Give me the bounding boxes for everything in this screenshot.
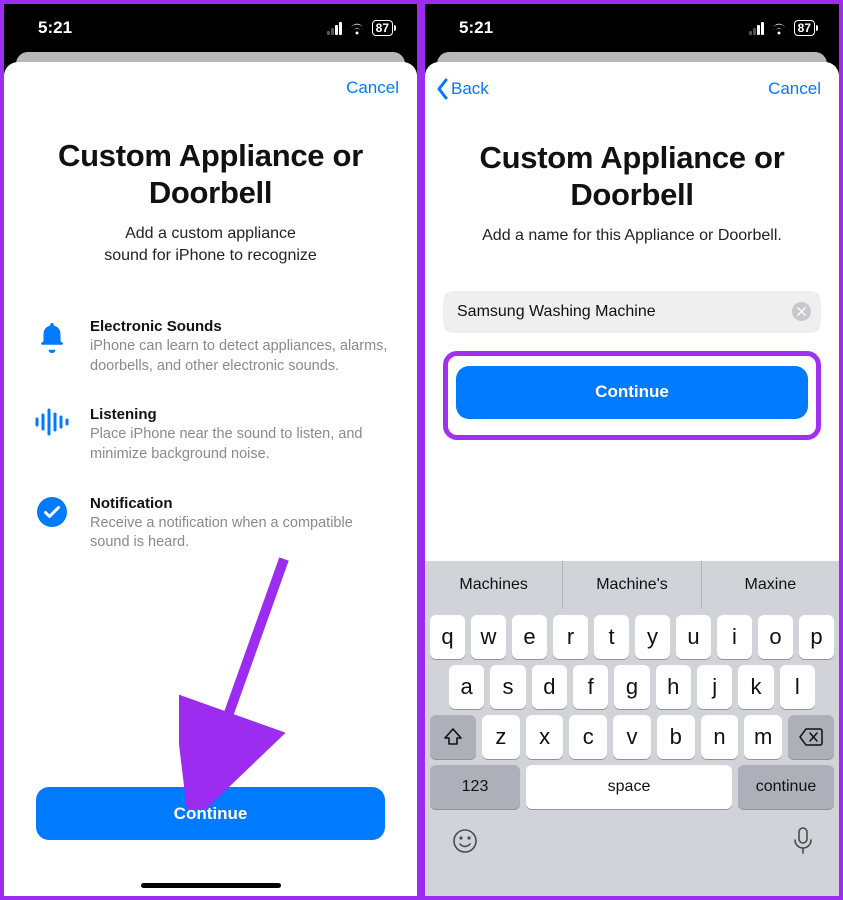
dictation-key[interactable] [793, 827, 813, 862]
appliance-name-field[interactable] [443, 291, 821, 333]
status-icons: 87 [327, 20, 393, 36]
key-t[interactable]: t [594, 615, 629, 659]
feature-title: Listening [90, 406, 389, 423]
clear-text-button[interactable] [792, 302, 811, 321]
status-bar: 5:21 87 [425, 4, 839, 52]
backspace-icon [799, 728, 823, 746]
cellular-icon [749, 22, 764, 35]
key-f[interactable]: f [573, 665, 608, 709]
key-r[interactable]: r [553, 615, 588, 659]
annotation-highlight: Continue [443, 351, 821, 440]
feature-desc: Place iPhone near the sound to listen, a… [90, 425, 389, 464]
page-subtitle: Add a name for this Appliance or Doorbel… [443, 225, 821, 247]
cancel-button[interactable]: Cancel [346, 78, 399, 98]
feature-title: Electronic Sounds [90, 318, 389, 335]
suggestion-3[interactable]: Maxine [701, 561, 839, 609]
page-title: Custom Appliance or Doorbell [32, 138, 389, 211]
key-a[interactable]: a [449, 665, 484, 709]
feature-notification: Notification Receive a notification when… [32, 495, 389, 553]
key-w[interactable]: w [471, 615, 506, 659]
key-b[interactable]: b [657, 715, 695, 759]
key-m[interactable]: m [744, 715, 782, 759]
key-q[interactable]: q [430, 615, 465, 659]
key-y[interactable]: y [635, 615, 670, 659]
clock-label: 5:21 [38, 18, 72, 38]
continue-button[interactable]: Continue [456, 366, 808, 419]
shift-key[interactable] [430, 715, 476, 759]
mic-icon [793, 827, 813, 855]
key-k[interactable]: k [738, 665, 773, 709]
modal-sheet: Cancel Custom Appliance or Doorbell Add … [4, 62, 417, 896]
suggestion-2[interactable]: Machine's [562, 561, 700, 609]
page-title: Custom Appliance or Doorbell [443, 140, 821, 213]
chevron-left-icon [435, 78, 449, 100]
key-c[interactable]: c [569, 715, 607, 759]
key-j[interactable]: j [697, 665, 732, 709]
key-x[interactable]: x [526, 715, 564, 759]
clock-label: 5:21 [459, 18, 493, 38]
key-u[interactable]: u [676, 615, 711, 659]
feature-title: Notification [90, 495, 389, 512]
wifi-icon [770, 22, 788, 35]
key-v[interactable]: v [613, 715, 651, 759]
xmark-icon [797, 307, 806, 316]
key-h[interactable]: h [656, 665, 691, 709]
battery-icon: 87 [794, 20, 815, 36]
checkmark-circle-icon [32, 495, 72, 553]
suggestion-bar: Machines Machine's Maxine [425, 561, 839, 609]
emoji-icon [451, 827, 479, 855]
wifi-icon [348, 22, 366, 35]
status-icons: 87 [749, 20, 815, 36]
status-bar: 5:21 87 [4, 4, 417, 52]
modal-sheet: Back Cancel Custom Appliance or Doorbell… [425, 62, 839, 896]
suggestion-1[interactable]: Machines [425, 561, 562, 609]
return-key[interactable]: continue [738, 765, 834, 809]
feature-listening: Listening Place iPhone near the sound to… [32, 406, 389, 464]
home-indicator[interactable] [141, 883, 281, 888]
feature-electronic-sounds: Electronic Sounds iPhone can learn to de… [32, 318, 389, 376]
shift-icon [443, 727, 463, 747]
cancel-button[interactable]: Cancel [768, 79, 821, 99]
feature-desc: Receive a notification when a compatible… [90, 514, 389, 553]
battery-icon: 87 [372, 20, 393, 36]
key-z[interactable]: z [482, 715, 520, 759]
space-key[interactable]: space [526, 765, 732, 809]
feature-desc: iPhone can learn to detect appliances, a… [90, 337, 389, 376]
continue-button[interactable]: Continue [36, 787, 385, 840]
key-d[interactable]: d [532, 665, 567, 709]
key-n[interactable]: n [701, 715, 739, 759]
waveform-icon [32, 406, 72, 464]
back-button[interactable]: Back [435, 78, 489, 100]
key-l[interactable]: l [780, 665, 815, 709]
bell-icon [32, 318, 72, 376]
key-i[interactable]: i [717, 615, 752, 659]
key-e[interactable]: e [512, 615, 547, 659]
keyboard: Machines Machine's Maxine q w e r t y u … [425, 561, 839, 896]
appliance-name-input[interactable] [457, 303, 792, 321]
numbers-key[interactable]: 123 [430, 765, 520, 809]
cellular-icon [327, 22, 342, 35]
key-p[interactable]: p [799, 615, 834, 659]
key-o[interactable]: o [758, 615, 793, 659]
backspace-key[interactable] [788, 715, 834, 759]
key-s[interactable]: s [490, 665, 525, 709]
key-g[interactable]: g [614, 665, 649, 709]
page-subtitle: Add a custom appliance sound for iPhone … [32, 223, 389, 266]
emoji-key[interactable] [451, 827, 479, 862]
